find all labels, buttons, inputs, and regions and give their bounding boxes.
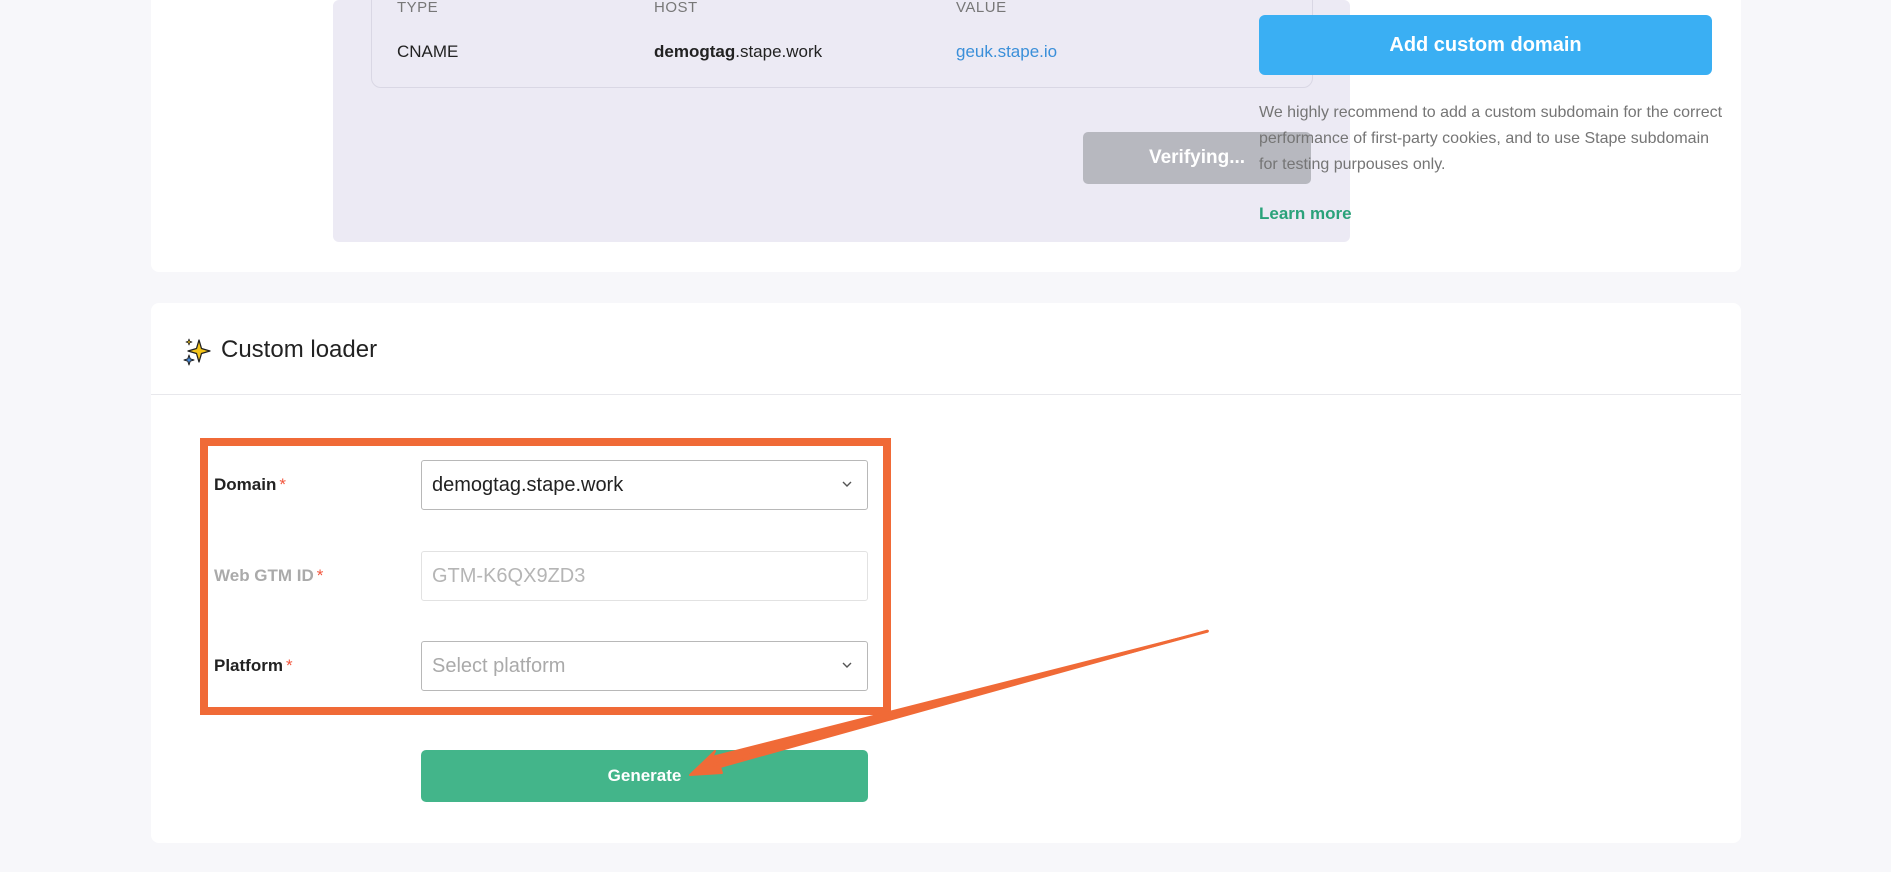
- add-custom-domain-button[interactable]: Add custom domain: [1259, 15, 1712, 75]
- platform-select[interactable]: Select platform: [421, 641, 868, 691]
- domain-select-value: demogtag.stape.work: [432, 473, 624, 496]
- record-host-subdomain: demogtag: [654, 42, 736, 61]
- learn-more-link[interactable]: Learn more: [1259, 204, 1352, 224]
- web-gtm-id-label-text: Web GTM ID: [214, 566, 314, 585]
- platform-label: Platform *: [214, 656, 293, 676]
- sparkle-icon: [183, 338, 211, 366]
- platform-label-text: Platform: [214, 656, 283, 675]
- generate-button[interactable]: Generate: [421, 750, 868, 802]
- recommendation-text: We highly recommend to add a custom subd…: [1259, 104, 1723, 173]
- column-header-value: VALUE: [956, 0, 1007, 16]
- column-header-type: TYPE: [397, 0, 439, 16]
- required-mark: *: [285, 656, 293, 675]
- section-title: Custom loader: [221, 336, 378, 363]
- record-host-cell: demogtag.stape.work: [654, 42, 822, 62]
- web-gtm-id-placeholder: GTM-K6QX9ZD3: [432, 564, 586, 587]
- custom-loader-header: Custom loader: [151, 303, 1741, 395]
- record-type-cell: CNAME: [397, 42, 459, 61]
- domain-select[interactable]: demogtag.stape.work: [421, 460, 868, 510]
- web-gtm-id-label: Web GTM ID *: [214, 566, 323, 586]
- platform-select-placeholder: Select platform: [432, 654, 566, 677]
- domain-label: Domain *: [214, 475, 286, 495]
- column-header-host: HOST: [654, 0, 698, 16]
- chevron-down-icon: [842, 662, 852, 668]
- web-gtm-id-input[interactable]: GTM-K6QX9ZD3: [421, 551, 868, 601]
- required-mark: *: [279, 475, 286, 494]
- required-mark: *: [316, 566, 324, 585]
- custom-loader-card: Custom loader Domain * demogtag.stape.wor…: [151, 303, 1741, 843]
- dns-record-table: TYPE HOST VALUE CNAME demogtag.stape.wor…: [371, 0, 1313, 88]
- record-host-domain: .stape.work: [735, 42, 823, 61]
- domain-label-text: Domain: [214, 475, 277, 494]
- chevron-down-icon: [842, 481, 852, 487]
- dns-record-panel: TYPE HOST VALUE CNAME demogtag.stape.wor…: [333, 0, 1350, 242]
- record-value-link[interactable]: geuk.stape.io: [956, 42, 1057, 62]
